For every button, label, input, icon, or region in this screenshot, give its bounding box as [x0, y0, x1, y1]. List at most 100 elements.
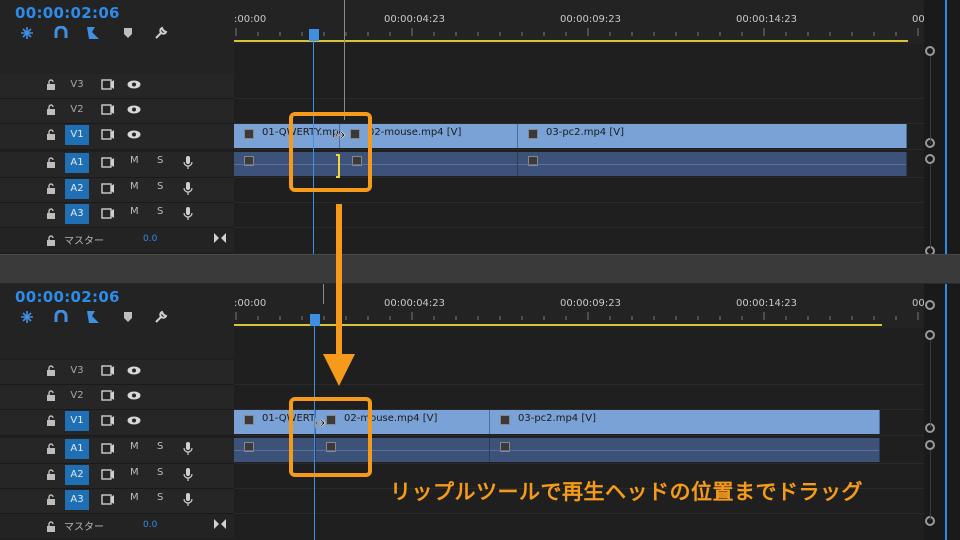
work-area-bar[interactable] [234, 40, 908, 42]
lock-icon[interactable] [46, 79, 56, 91]
sync-lock-icon[interactable] [101, 79, 115, 90]
track-target-a1[interactable]: A1 [65, 439, 89, 459]
scroll-rail [930, 56, 931, 144]
eye-icon[interactable] [127, 130, 141, 139]
marker-icon[interactable] [119, 308, 137, 326]
sync-lock-icon[interactable] [101, 129, 115, 140]
scroll-handle[interactable] [925, 330, 935, 340]
track-target-a3[interactable]: A3 [65, 204, 89, 224]
eye-icon[interactable] [127, 416, 141, 425]
lock-icon[interactable] [46, 235, 56, 247]
go-to-end-icon[interactable] [214, 519, 226, 529]
playhead-handle[interactable] [309, 29, 319, 41]
linked-selection-icon[interactable] [85, 24, 103, 42]
track-target-a2[interactable]: A2 [65, 465, 89, 485]
track-header-a1: A1 M S [0, 152, 234, 178]
lock-icon[interactable] [46, 521, 56, 533]
master-volume-value[interactable]: 0.0 [143, 520, 157, 530]
wrench-icon[interactable] [152, 308, 170, 326]
sync-lock-icon[interactable] [101, 157, 115, 168]
master-volume-value[interactable]: 0.0 [143, 234, 157, 244]
track-target-v3[interactable]: V3 [65, 361, 89, 381]
audio-clip[interactable] [518, 152, 907, 176]
track-target-a2[interactable]: A2 [65, 179, 89, 199]
solo-button[interactable]: S [157, 467, 163, 478]
timeline-panel-before: 00:00:02:06 :00:00 00:00:04:23 00:00:09:… [0, 0, 960, 254]
fx-badge-icon [500, 415, 510, 425]
microphone-icon[interactable] [183, 155, 193, 170]
eye-icon[interactable] [127, 391, 141, 400]
lock-icon[interactable] [46, 415, 56, 427]
track-target-v2[interactable]: V2 [65, 386, 89, 406]
magnet-icon[interactable] [52, 308, 70, 326]
playhead-handle[interactable] [310, 314, 320, 326]
lock-icon[interactable] [46, 443, 56, 455]
mute-button[interactable]: M [130, 206, 139, 217]
microphone-icon[interactable] [183, 492, 193, 507]
track-header-v3: V3 [0, 74, 234, 99]
scroll-handle[interactable] [925, 154, 935, 164]
sync-lock-icon[interactable] [101, 415, 115, 426]
track-target-v2[interactable]: V2 [65, 100, 89, 120]
sync-lock-icon[interactable] [101, 104, 115, 115]
marker-icon[interactable] [119, 24, 137, 42]
go-to-end-icon[interactable] [214, 233, 226, 243]
mute-button[interactable]: M [130, 181, 139, 192]
lock-icon[interactable] [46, 208, 56, 220]
microphone-icon[interactable] [183, 181, 193, 196]
eye-icon[interactable] [127, 105, 141, 114]
sync-lock-icon[interactable] [101, 443, 115, 454]
microphone-icon[interactable] [183, 441, 193, 456]
mute-button[interactable]: M [130, 155, 139, 166]
time-ruler[interactable]: :00:00 00:00:04:23 00:00:09:23 00:00:14:… [234, 0, 925, 44]
wrench-icon[interactable] [152, 24, 170, 42]
sync-lock-icon[interactable] [101, 469, 115, 480]
video-clip[interactable]: 03-pc2.mp4 [V] [490, 410, 880, 434]
lock-icon[interactable] [46, 365, 56, 377]
solo-button[interactable]: S [157, 206, 163, 217]
solo-button[interactable]: S [157, 492, 163, 503]
mute-button[interactable]: M [130, 492, 139, 503]
scroll-handle[interactable] [925, 440, 935, 450]
track-target-a1[interactable]: A1 [65, 153, 89, 173]
track-target-v1[interactable]: V1 [65, 125, 89, 145]
playhead-timecode[interactable]: 00:00:02:06 [15, 4, 120, 22]
sync-lock-icon[interactable] [101, 390, 115, 401]
lock-icon[interactable] [46, 157, 56, 169]
track-target-a3[interactable]: A3 [65, 490, 89, 510]
microphone-icon[interactable] [183, 206, 193, 221]
video-clip[interactable]: 03-pc2.mp4 [V] [518, 124, 907, 148]
work-area-bar[interactable] [234, 324, 882, 326]
scroll-handle[interactable] [925, 300, 935, 310]
eye-icon[interactable] [127, 80, 141, 89]
track-target-v3[interactable]: V3 [65, 75, 89, 95]
audio-clip[interactable] [490, 438, 880, 462]
lock-icon[interactable] [46, 390, 56, 402]
lock-icon[interactable] [46, 104, 56, 116]
sync-lock-icon[interactable] [101, 494, 115, 505]
sync-lock-icon[interactable] [101, 208, 115, 219]
solo-button[interactable]: S [157, 155, 163, 166]
lock-icon[interactable] [46, 469, 56, 481]
lock-icon[interactable] [46, 494, 56, 506]
track-lane-v3[interactable] [234, 74, 924, 99]
lock-icon[interactable] [46, 129, 56, 141]
track-header-v3: V3 [0, 360, 234, 385]
lock-icon[interactable] [46, 183, 56, 195]
scroll-handle[interactable] [925, 46, 935, 56]
magnet-icon[interactable] [52, 24, 70, 42]
track-target-v1[interactable]: V1 [65, 411, 89, 431]
snap-ripple-icon[interactable] [18, 308, 36, 326]
mute-button[interactable]: M [130, 467, 139, 478]
scroll-indicator [945, 284, 947, 540]
sync-lock-icon[interactable] [101, 183, 115, 194]
mute-button[interactable]: M [130, 441, 139, 452]
eye-icon[interactable] [127, 366, 141, 375]
linked-selection-icon[interactable] [85, 308, 103, 326]
solo-button[interactable]: S [157, 441, 163, 452]
sync-lock-icon[interactable] [101, 365, 115, 376]
playhead-timecode[interactable]: 00:00:02:06 [15, 288, 120, 306]
microphone-icon[interactable] [183, 467, 193, 482]
snap-ripple-icon[interactable] [18, 24, 36, 42]
solo-button[interactable]: S [157, 181, 163, 192]
